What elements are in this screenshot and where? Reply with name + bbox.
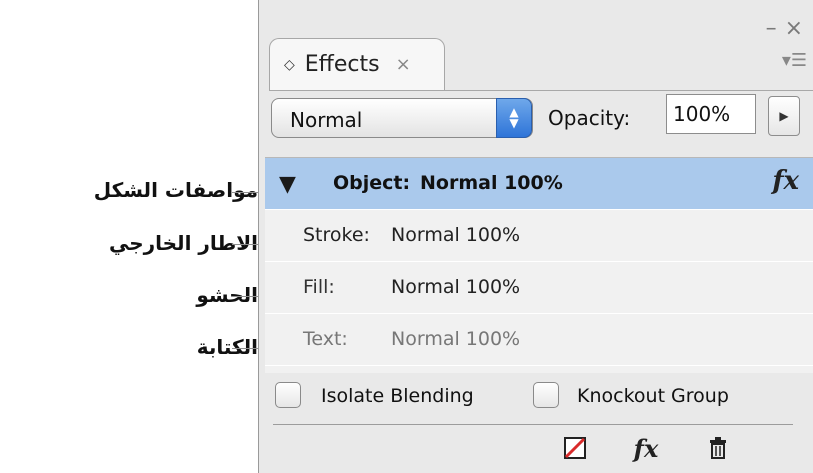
close-icon[interactable]: × [785,18,803,40]
list-item-stroke[interactable]: Stroke: Normal 100% [265,210,813,262]
delete-icon[interactable] [705,428,731,468]
expand-triangle-icon[interactable]: ▼ [279,172,296,197]
blending-options-row: Isolate Blending Knockout Group [273,378,813,418]
minimize-icon[interactable]: – [766,18,777,40]
play-arrow-icon: ▶ [779,109,789,123]
effects-panel: – × ◇ Effects × ▾☰ Normal ▲▼ Opacity: ▶ … [258,0,813,473]
opacity-input[interactable] [666,94,756,134]
tab-diamond-icon: ◇ [284,56,295,73]
list-item-fill[interactable]: Fill: Normal 100% [265,262,813,314]
isolate-blending-label: Isolate Blending [321,385,474,407]
annotation-text-text: الكتابة [196,335,258,359]
clear-effects-icon[interactable] [561,428,589,468]
item-value: Normal 100% [391,224,521,246]
bottom-toolbar: fx [259,428,813,473]
knockout-group-label: Knockout Group [577,385,729,407]
divider [273,424,793,425]
opacity-label: Opacity: [548,106,631,130]
panel-menu-icon[interactable]: ▾☰ [782,50,807,71]
item-key: Fill: [303,276,335,298]
tab-bar: ◇ Effects × ▾☰ [269,38,813,91]
list-item-text[interactable]: Text: Normal 100% [265,314,813,366]
effects-target-list: ▼ Object: Normal 100% fx Stroke: Normal … [265,157,813,373]
item-value: Normal 100% [391,328,521,350]
item-key: Text: [303,328,348,350]
item-value: Normal 100% [420,172,563,194]
fx-menu-label: fx [633,433,659,463]
annotation-object-text: مواصفات الشكل [93,178,258,202]
tab-label: Effects [304,52,380,77]
annotation-fill: الحشو [196,281,258,309]
blend-mode-select[interactable]: Normal ▲ ▼ [271,98,533,138]
blend-mode-value: Normal [290,108,363,132]
annotation-stroke: الاطار الخارجي [109,229,258,257]
item-key: Stroke: [303,224,370,246]
opacity-slider-button[interactable]: ▶ [768,96,800,136]
annotation-stroke-text: الاطار الخارجي [108,231,258,255]
annotation-object: مواصفات الشكل [94,176,258,204]
knockout-group-checkbox[interactable] [533,382,559,408]
fx-menu-icon[interactable]: fx [629,428,663,468]
item-value: Normal 100% [391,276,521,298]
window-controls: – × [766,18,803,40]
annotation-fill-text: الحشو [196,283,258,307]
isolate-blending-checkbox[interactable] [275,382,301,408]
list-item-object[interactable]: ▼ Object: Normal 100% fx [265,158,813,210]
annotation-text: الكتابة [197,333,258,361]
item-key: Object: [333,172,411,194]
tab-close-icon[interactable]: × [396,54,411,75]
tab-effects[interactable]: ◇ Effects × [269,38,445,90]
blend-row: Normal ▲▼ Opacity: ▶ [271,88,813,148]
fx-icon: fx [772,166,799,196]
select-arrows-icon: ▲ ▼ [496,98,532,138]
